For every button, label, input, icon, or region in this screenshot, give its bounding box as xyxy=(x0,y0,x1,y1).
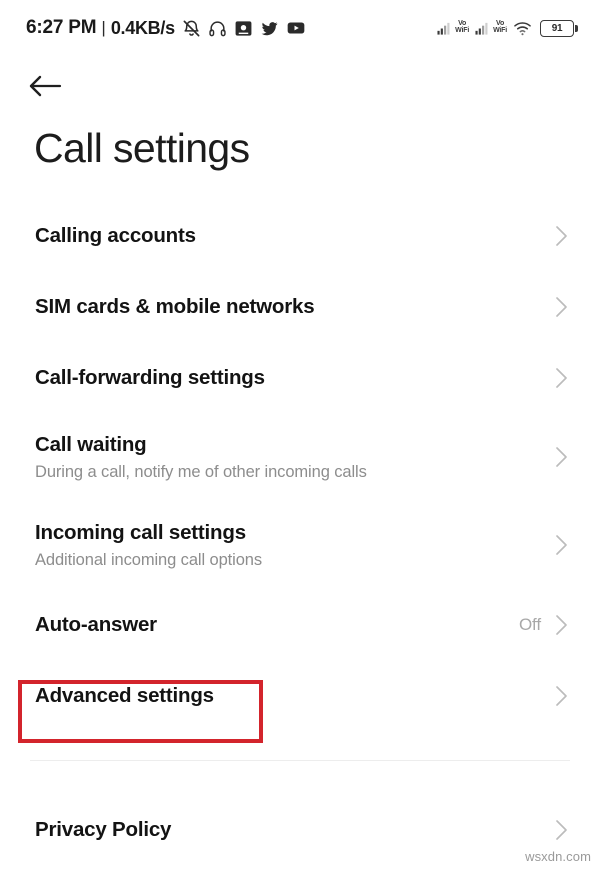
signal-bars-icon-2 xyxy=(475,21,490,36)
back-arrow-icon xyxy=(28,73,62,104)
chevron-right-icon xyxy=(552,364,570,392)
list-item-title: Incoming call settings xyxy=(35,520,246,544)
row-text: Privacy Policy xyxy=(35,817,171,843)
status-bar-right: Vo WiFi Vo WiFi 91 xyxy=(437,19,578,38)
list-item-title: Privacy Policy xyxy=(35,817,172,841)
wifi-icon xyxy=(513,19,532,38)
status-separator: | xyxy=(101,18,106,37)
row-text: Calling accounts xyxy=(35,223,196,249)
battery-indicator: 91 xyxy=(540,19,578,37)
row-right xyxy=(552,682,570,710)
back-button[interactable] xyxy=(28,66,82,110)
signal-group-sim1: Vo WiFi xyxy=(437,20,469,36)
signal-group-sim2: Vo WiFi xyxy=(475,20,507,36)
chevron-right-icon xyxy=(552,443,570,471)
row-right xyxy=(552,364,570,392)
section-divider xyxy=(30,760,570,761)
chevron-right-icon xyxy=(552,293,570,321)
volte-label-sim2: Vo WiFi xyxy=(493,20,507,34)
chevron-right-icon xyxy=(552,222,570,250)
list-item-title: Calling accounts xyxy=(35,223,196,247)
list-item-value: Off xyxy=(518,614,541,634)
settings-list: Calling accounts SIM cards & mobile netw… xyxy=(0,200,600,731)
signal-bars-icon xyxy=(437,21,452,36)
volte-top-sim1: Vo xyxy=(458,20,467,27)
list-item-privacy-policy[interactable]: Privacy Policy xyxy=(0,794,600,865)
page-title: Call settings xyxy=(34,125,250,171)
row-text: Auto-answer xyxy=(35,612,157,638)
row-text: Advanced settings xyxy=(35,683,214,709)
list-item-call-waiting[interactable]: Call waiting During a call, notify me of… xyxy=(0,413,600,501)
volte-top-sim2: Vo xyxy=(496,20,505,27)
list-item-auto-answer[interactable]: Auto-answer Off xyxy=(0,589,600,660)
row-right xyxy=(552,816,570,844)
list-item-title: Call-forwarding settings xyxy=(35,365,265,389)
battery-tip xyxy=(575,24,578,32)
chevron-right-icon xyxy=(552,531,570,559)
row-right: Off xyxy=(519,611,570,639)
volte-bottom-sim1: WiFi xyxy=(455,27,470,34)
row-text: Incoming call settings Additional incomi… xyxy=(35,520,262,571)
list-item-call-forwarding-settings[interactable]: Call-forwarding settings xyxy=(0,342,600,413)
row-right xyxy=(552,443,570,471)
battery-body: 91 xyxy=(540,19,574,37)
row-text: Call waiting During a call, notify me of… xyxy=(35,432,367,483)
row-text: Call-forwarding settings xyxy=(35,365,265,391)
list-item-title: Auto-answer xyxy=(35,612,157,636)
volte-bottom-sim2: WiFi xyxy=(493,27,507,34)
row-right xyxy=(552,222,570,250)
youtube-icon xyxy=(286,18,306,38)
list-item-calling-accounts[interactable]: Calling accounts xyxy=(0,200,600,271)
row-text: SIM cards & mobile networks xyxy=(35,294,315,320)
bell-muted-icon xyxy=(182,19,201,38)
list-item-title: Call waiting xyxy=(35,432,147,456)
row-right xyxy=(552,293,570,321)
battery-level-text: 91 xyxy=(551,22,563,34)
chevron-right-icon xyxy=(552,816,570,844)
list-item-title: Advanced settings xyxy=(35,683,214,707)
screenshot-app-icon xyxy=(234,19,253,38)
status-bar: 6:27 PM | 0.4KB/s Vo WiFi Vo WiFi 91 xyxy=(0,0,600,56)
status-time: 6:27 PM xyxy=(26,17,97,38)
status-bar-left: 6:27 PM | 0.4KB/s xyxy=(26,17,306,39)
row-right xyxy=(552,531,570,559)
list-item-sim-cards-mobile-networks[interactable]: SIM cards & mobile networks xyxy=(0,271,600,342)
list-item-incoming-call-settings[interactable]: Incoming call settings Additional incomi… xyxy=(0,501,600,589)
list-item-subtitle: During a call, notify me of other incomi… xyxy=(35,462,367,481)
phone-screen: 6:27 PM | 0.4KB/s Vo WiFi Vo WiFi 91 Cal… xyxy=(0,0,600,871)
watermark: wsxdn.com xyxy=(525,849,591,864)
list-item-subtitle: Additional incoming call options xyxy=(35,550,263,569)
chevron-right-icon xyxy=(552,682,570,710)
volte-label-sim1: Vo WiFi xyxy=(455,20,469,34)
status-data-rate: 0.4KB/s xyxy=(110,17,175,38)
headphones-icon xyxy=(208,19,227,38)
twitter-icon xyxy=(260,19,279,38)
chevron-right-icon xyxy=(552,611,570,639)
list-item-advanced-settings[interactable]: Advanced settings xyxy=(0,660,600,731)
list-item-title: SIM cards & mobile networks xyxy=(35,294,315,318)
